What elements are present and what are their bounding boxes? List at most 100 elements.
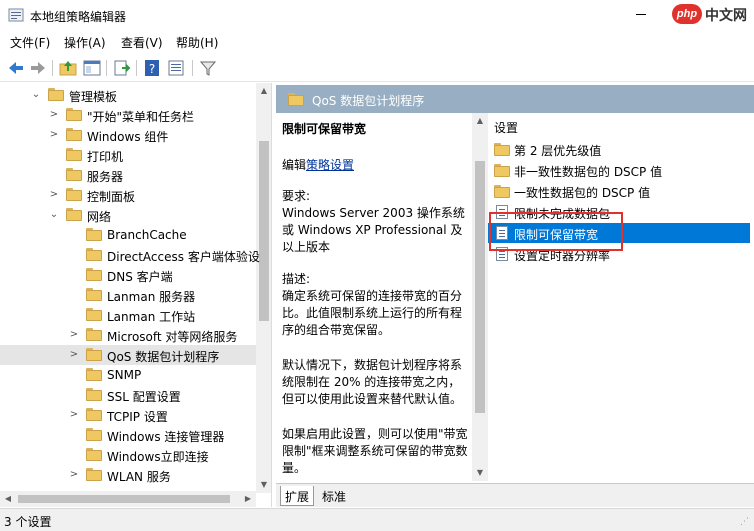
folder-icon — [494, 185, 510, 198]
chevron-right-icon[interactable]: > — [68, 468, 80, 482]
tree-item-label: DirectAccess 客户端体验设 — [107, 250, 260, 264]
tree-item-label: BranchCache — [107, 228, 187, 242]
resize-grip-icon[interactable]: ⋰ — [740, 517, 752, 529]
toolbar: ? — [0, 54, 754, 82]
tree-item[interactable]: SNMP — [0, 365, 256, 385]
menu-help[interactable]: 帮助(H) — [176, 34, 218, 51]
tree-vertical-scrollbar[interactable]: ▲ ▼ — [256, 83, 271, 493]
settings-list-label: 一致性数据包的 DSCP 值 — [514, 186, 651, 200]
scroll-up-icon[interactable]: ▲ — [256, 83, 271, 99]
properties-icon[interactable] — [166, 58, 186, 78]
settings-list-item[interactable]: 非一致性数据包的 DSCP 值 — [488, 160, 750, 180]
folder-icon — [66, 108, 82, 121]
settings-list-label: 第 2 层优先级值 — [514, 144, 602, 158]
scrollbar-thumb[interactable] — [18, 495, 230, 503]
requirements-text: 要求: Windows Server 2003 操作系统或 Windows XP… — [282, 189, 465, 254]
folder-icon — [66, 168, 82, 181]
chevron-right-icon[interactable]: > — [48, 108, 60, 122]
up-folder-icon[interactable] — [58, 58, 78, 78]
tree-item[interactable]: 打印机 — [0, 145, 256, 165]
tree-item[interactable]: DNS 客户端 — [0, 265, 256, 285]
tree-horizontal-scrollbar[interactable]: ◀ ▶ — [0, 491, 256, 507]
tree-item[interactable]: 服务器 — [0, 165, 256, 185]
chevron-right-icon[interactable]: > — [48, 128, 60, 142]
tree-item[interactable]: > WLAN 服务 — [0, 465, 256, 485]
menu-action[interactable]: 操作(A) — [64, 34, 106, 51]
tree-item[interactable]: Windows立即连接 — [0, 445, 256, 465]
tree-item-label: Windows 连接管理器 — [107, 430, 225, 444]
column-header-setting[interactable]: 设置 — [494, 119, 518, 136]
folder-icon — [86, 368, 102, 381]
folder-icon — [48, 88, 64, 101]
tree-item-label: Lanman 服务器 — [107, 290, 196, 304]
export-list-icon[interactable] — [112, 58, 132, 78]
folder-icon — [86, 468, 102, 481]
title-bar: 本地组策略编辑器 php 中文网 — [0, 0, 754, 30]
scroll-down-icon[interactable]: ▼ — [256, 477, 271, 493]
toolbar-separator — [52, 60, 53, 76]
description-scrollbar[interactable]: ▲ ▼ — [472, 113, 488, 481]
scroll-right-icon[interactable]: ▶ — [240, 491, 256, 507]
folder-icon — [86, 408, 102, 421]
tree-item[interactable]: Lanman 服务器 — [0, 285, 256, 305]
folder-icon — [86, 388, 102, 401]
scroll-up-icon[interactable]: ▲ — [472, 113, 488, 129]
tree-pane: ▲ ▼ ◀ ▶ ⌄ 管理模板 > "开始"菜单和任务栏 > Windows 组件 打印机 服务… — [0, 83, 272, 507]
right-pane: QoS 数据包计划程序 限制可保留带宽 编辑策略设置 要求: Windows S… — [276, 83, 754, 507]
menu-file[interactable]: 文件(F) — [10, 34, 50, 51]
edit-policy-row: 编辑策略设置 — [282, 156, 354, 173]
back-arrow-icon[interactable] — [6, 58, 26, 78]
tree-item[interactable]: > "开始"菜单和任务栏 — [0, 105, 256, 125]
folder-icon — [86, 448, 102, 461]
tree-item-label: 网络 — [87, 210, 112, 224]
chevron-right-icon[interactable]: > — [48, 188, 60, 202]
tree-item[interactable]: > Microsoft 对等网络服务 — [0, 325, 256, 345]
tree-item[interactable]: Windows 连接管理器 — [0, 425, 256, 445]
tree-item[interactable]: Lanman 工作站 — [0, 305, 256, 325]
chevron-right-icon[interactable]: > — [68, 328, 80, 342]
tree-item-label: Windows立即连接 — [107, 450, 209, 464]
chevron-down-icon[interactable]: ⌄ — [48, 208, 60, 222]
tree-item[interactable]: SSL 配置设置 — [0, 385, 256, 405]
settings-list-item[interactable]: 第 2 层优先级值 — [488, 139, 750, 159]
tree-item[interactable]: > 控制面板 — [0, 185, 256, 205]
tree-item[interactable]: > QoS 数据包计划程序 — [0, 345, 256, 365]
chevron-right-icon[interactable]: > — [68, 348, 80, 362]
tree-item-label: Microsoft 对等网络服务 — [107, 330, 238, 344]
settings-list-item[interactable]: 一致性数据包的 DSCP 值 — [488, 181, 750, 201]
scrollbar-thumb[interactable] — [259, 141, 269, 321]
default-text: 默认情况下，数据包计划程序将系统限制在 20% 的连接带宽之内，但可以使用此设置… — [282, 358, 463, 406]
group-policy-editor-icon — [8, 8, 24, 22]
folder-icon — [66, 188, 82, 201]
tree-item[interactable]: DirectAccess 客户端体验设 — [0, 245, 260, 265]
tree-item-label: "开始"菜单和任务栏 — [87, 110, 195, 124]
folder-icon — [86, 228, 102, 241]
scroll-down-icon[interactable]: ▼ — [472, 465, 488, 481]
status-bar: 3 个设置 ⋰ — [0, 508, 754, 531]
tree-item[interactable]: > Windows 组件 — [0, 125, 256, 145]
tree-item-label: SSL 配置设置 — [107, 390, 181, 404]
highlight-annotation — [489, 212, 623, 251]
tree-item[interactable]: BranchCache — [0, 225, 256, 245]
tree-item[interactable]: ⌄ 管理模板 — [0, 85, 256, 105]
watermark-text: 中文网 — [705, 8, 747, 24]
scrollbar-thumb[interactable] — [475, 161, 485, 413]
folder-icon — [66, 148, 82, 161]
tab-standard[interactable]: 标准 — [318, 486, 350, 506]
tree-item[interactable]: > TCPIP 设置 — [0, 405, 256, 425]
filter-icon[interactable] — [198, 58, 218, 78]
edit-policy-link[interactable]: 策略设置 — [306, 158, 354, 172]
forward-arrow-icon[interactable] — [28, 58, 48, 78]
show-hide-tree-icon[interactable] — [82, 58, 102, 78]
tree-item[interactable]: ⌄ 网络 — [0, 205, 256, 225]
scroll-left-icon[interactable]: ◀ — [0, 491, 16, 507]
chevron-right-icon[interactable]: > — [68, 408, 80, 422]
chevron-down-icon[interactable]: ⌄ — [30, 88, 42, 102]
setting-title: 限制可保留带宽 — [282, 122, 367, 136]
help-icon[interactable]: ? — [142, 58, 162, 78]
tree-item-label: Lanman 工作站 — [107, 310, 196, 324]
tree-item-label: Windows 组件 — [87, 130, 169, 144]
tab-extended[interactable]: 扩展 — [280, 486, 315, 506]
menu-view[interactable]: 查看(V) — [121, 34, 163, 51]
minimize-icon[interactable] — [636, 14, 646, 15]
